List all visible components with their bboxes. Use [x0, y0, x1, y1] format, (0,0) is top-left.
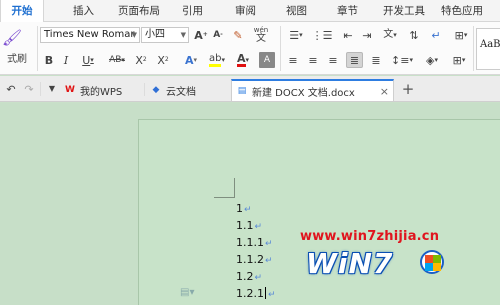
phonetic-glyph: 文	[256, 32, 266, 44]
shrink-font-icon[interactable]: A-	[210, 27, 226, 43]
heading-line-6[interactable]: 1.2.1 ↵	[236, 287, 276, 300]
redo-icon[interactable]: ↷	[22, 82, 36, 96]
decrease-indent-icon[interactable]: ⇤	[339, 27, 357, 43]
heading-line-5[interactable]: 1.2↵	[236, 270, 262, 283]
chevron-down-icon: ▼	[180, 31, 186, 39]
subscript-icon[interactable]: X2	[155, 52, 171, 68]
new-tab-icon[interactable]: +	[400, 81, 416, 97]
document-icon: ▤	[237, 86, 247, 96]
bold-icon[interactable]: B	[42, 52, 56, 68]
bullet-list-icon[interactable]: ☰ ▾	[285, 27, 307, 43]
paragraph-mark-icon: ↵	[268, 290, 276, 300]
font-color-icon[interactable]: A ▾	[232, 52, 254, 68]
font-size-select[interactable]: 小四 ▼	[141, 27, 189, 43]
paste-options-icon[interactable]: ▤▾	[180, 287, 194, 298]
menu-tab-page-layout[interactable]: 页面布局	[118, 0, 160, 22]
undo-icon[interactable]: ↶	[4, 82, 18, 96]
table-borders-icon[interactable]: ⊞ ▾	[447, 52, 471, 68]
watermark-logo-text: WiN7	[306, 247, 394, 280]
paragraph-mark-icon: ↵	[244, 205, 252, 215]
clear-format-icon[interactable]: ✎	[230, 27, 246, 43]
text-effect-icon[interactable]: A ▾	[180, 52, 202, 68]
close-tab-icon[interactable]: ×	[380, 85, 389, 98]
grow-font-icon[interactable]: A +	[193, 27, 209, 43]
tab-my-wps[interactable]: W 我的WPS	[64, 79, 122, 101]
heading-line-2[interactable]: 1.1↵	[236, 219, 262, 232]
align-center-icon[interactable]: ≡	[305, 52, 321, 68]
tab-cloud-docs[interactable]: ◆ 云文档	[150, 79, 196, 101]
chinese-layout-icon[interactable]: 文 ▾	[379, 27, 401, 43]
char-shading-icon[interactable]: A	[259, 52, 275, 68]
menu-tab-section[interactable]: 章节	[337, 0, 358, 22]
increase-indent-icon[interactable]: ⇥	[358, 27, 376, 43]
tab-divider	[144, 83, 145, 96]
wps-logo-icon: W	[65, 85, 75, 95]
ribbon-divider	[37, 26, 38, 71]
menu-tab-insert[interactable]: 插入	[73, 0, 94, 22]
heading-line-4[interactable]: 1.1.2↵	[236, 253, 273, 266]
ribbon-home: 🖌 式刷 Times New Romar ▼ 小四 ▼ A + A- ✎ wén 文 B…	[0, 22, 500, 75]
heading-number: 1.1.2	[236, 253, 264, 266]
watermark-url: www.win7zhijia.cn	[300, 229, 440, 244]
borders-icon[interactable]: ⊞ ▾	[450, 27, 472, 43]
font-name-value: Times New Romar	[44, 29, 135, 40]
tab-list-chevron-icon[interactable]: ▼	[46, 82, 58, 96]
line-spacing-icon[interactable]: ↕≡ ▾	[390, 52, 414, 68]
highlight-icon[interactable]: ab ▾	[205, 52, 229, 68]
font-name-select[interactable]: Times New Romar ▼	[40, 27, 140, 43]
show-marks-icon[interactable]: ↵	[428, 27, 444, 43]
format-painter-label[interactable]: 式刷	[0, 53, 34, 67]
style-preview-text: AaBb	[480, 39, 500, 50]
strikethrough-icon[interactable]: AB ▾	[105, 52, 129, 68]
menu-tab-home[interactable]: 开始	[0, 0, 44, 22]
heading-line-1[interactable]: 1↵	[236, 202, 252, 215]
tab-current-document[interactable]: ▤ 新建 DOCX 文档.docx ×	[231, 79, 394, 101]
ribbon-divider	[280, 26, 281, 71]
format-painter-icon[interactable]: 🖌	[0, 28, 24, 48]
cloud-cube-icon: ◆	[152, 85, 160, 95]
italic-icon[interactable]: I	[59, 52, 73, 68]
heading-number: 1.1	[236, 219, 254, 232]
margin-corner-mark	[234, 178, 235, 198]
distributed-icon[interactable]: ≣	[368, 52, 384, 68]
tab-my-wps-label: 我的WPS	[80, 86, 123, 98]
menu-tab-special[interactable]: 特色应用	[441, 0, 483, 22]
sort-icon[interactable]: ⇅	[405, 27, 423, 43]
menu-tab-developer[interactable]: 开发工具	[383, 0, 425, 22]
tab-cloud-docs-label: 云文档	[166, 86, 196, 98]
heading-number: 1.1.1	[236, 236, 264, 249]
document-tab-bar: ↶ ↷ ▼ W 我的WPS ◆ 云文档 ▤ 新建 DOCX 文档.docx × …	[0, 76, 500, 102]
tabbar-divider	[40, 82, 41, 96]
underline-icon[interactable]: U ▾	[77, 52, 99, 68]
text-cursor	[265, 287, 266, 299]
align-left-icon[interactable]: ≡	[285, 52, 301, 68]
ribbon-divider	[473, 26, 474, 71]
menu-tab-references[interactable]: 引用	[182, 0, 203, 22]
margin-corner-mark	[214, 197, 235, 198]
paragraph-mark-icon: ↵	[265, 239, 273, 249]
tab-current-document-label: 新建 DOCX 文档.docx	[252, 87, 355, 99]
heading-number: 1.2	[236, 270, 254, 283]
chevron-down-icon: ▼	[131, 31, 137, 39]
numbered-list-icon[interactable]: ⋮☰	[311, 27, 333, 43]
menu-tab-view[interactable]: 视图	[286, 0, 307, 22]
heading-number: 1	[236, 202, 243, 215]
heading-number: 1.2.1	[236, 287, 264, 300]
style-gallery[interactable]: AaBb	[476, 28, 500, 70]
phonetic-guide-icon[interactable]: wén 文	[250, 25, 272, 45]
windows-flag-icon	[420, 250, 444, 274]
font-size-value: 小四	[145, 29, 165, 40]
align-right-icon[interactable]: ≡	[325, 52, 341, 68]
paragraph-shading-icon[interactable]: ◈ ▾	[420, 52, 444, 68]
menu-tab-review[interactable]: 审阅	[235, 0, 256, 22]
heading-line-3[interactable]: 1.1.1↵	[236, 236, 273, 249]
superscript-icon[interactable]: X2	[133, 52, 149, 68]
paragraph-mark-icon: ↵	[254, 273, 263, 283]
paragraph-mark-icon: ↵	[265, 256, 273, 266]
paragraph-mark-icon: ↵	[254, 222, 263, 232]
menu-bar: 开始 插入 页面布局 引用 审阅 视图 章节 开发工具 特色应用	[0, 0, 500, 22]
justify-icon[interactable]: ≣	[346, 52, 363, 68]
